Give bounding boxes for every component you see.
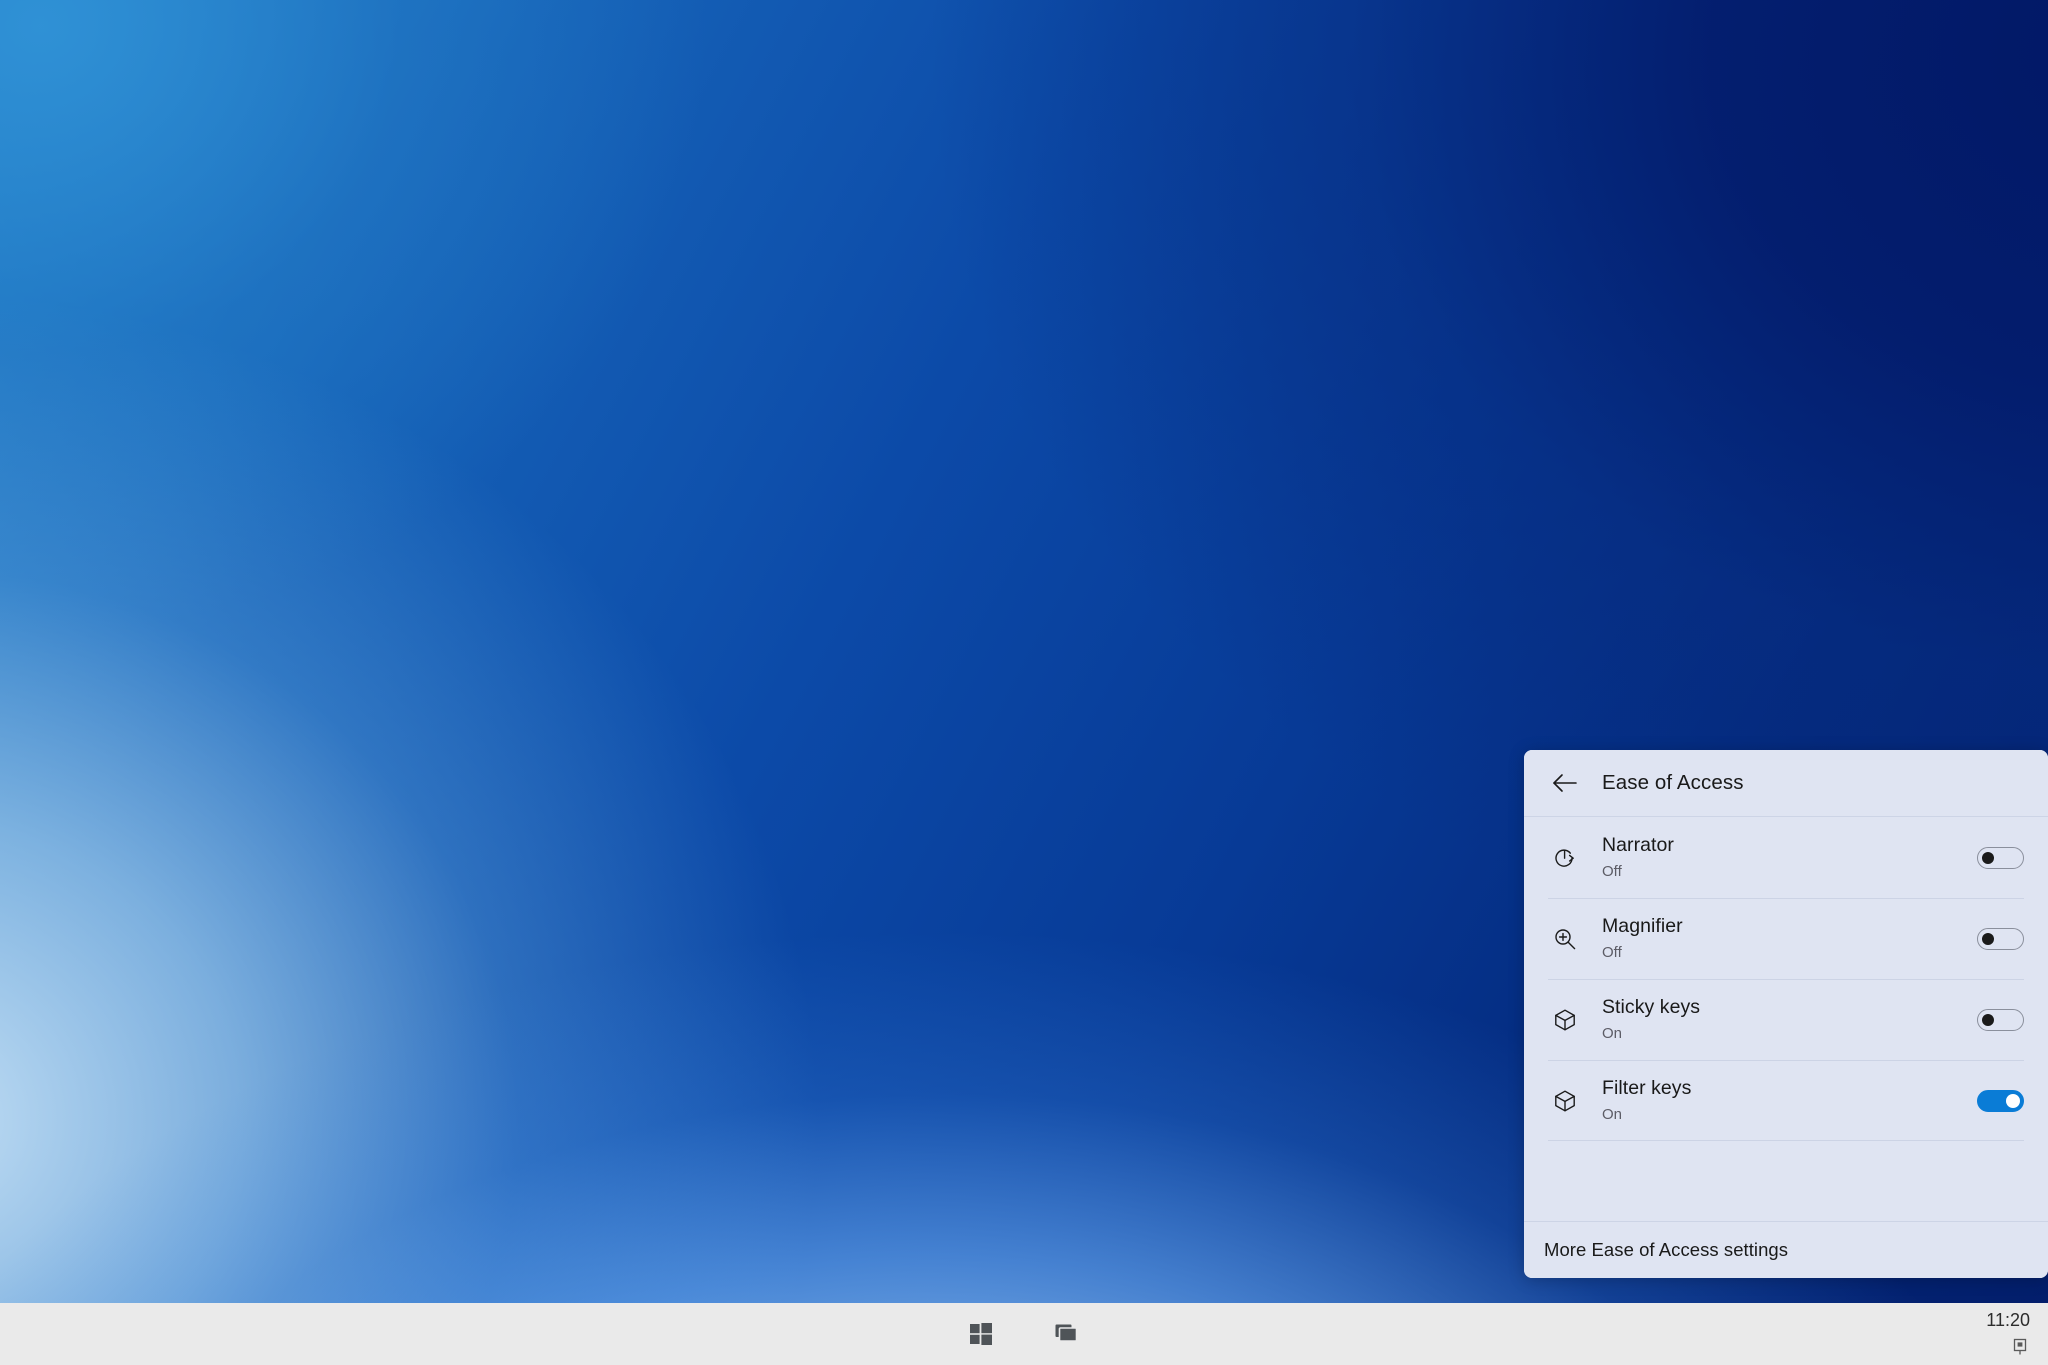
list-item-state: Off bbox=[1602, 864, 1977, 881]
toggle-knob bbox=[1982, 1014, 1994, 1026]
cube-icon bbox=[1544, 1007, 1586, 1033]
taskbar-right-group: 11:20 bbox=[1986, 1303, 2038, 1365]
task-view-button[interactable] bbox=[1044, 1311, 1090, 1357]
page-title: Ease of Access bbox=[1602, 771, 1744, 795]
narrator-icon bbox=[1544, 845, 1586, 871]
list-item-magnifier[interactable]: Magnifier Off bbox=[1524, 898, 2048, 979]
narrator-toggle[interactable] bbox=[1977, 847, 2024, 869]
flyout-footer: More Ease of Access settings bbox=[1524, 1221, 2048, 1278]
list-item-label: Sticky keys bbox=[1602, 996, 1977, 1019]
list-item-text: Narrator Off bbox=[1602, 834, 1977, 881]
filter-keys-toggle[interactable] bbox=[1977, 1090, 2024, 1112]
start-button[interactable] bbox=[958, 1311, 1004, 1357]
list-item-filter-keys[interactable]: Filter keys On bbox=[1524, 1060, 2048, 1141]
list-item-text: Filter keys On bbox=[1602, 1077, 1977, 1124]
sticky-keys-toggle[interactable] bbox=[1977, 1009, 2024, 1031]
back-button[interactable] bbox=[1544, 762, 1586, 804]
magnifier-icon bbox=[1544, 926, 1586, 952]
list-item-state: On bbox=[1602, 1107, 1977, 1124]
list-item-label: Filter keys bbox=[1602, 1077, 1977, 1100]
toggle-knob bbox=[1982, 933, 1994, 945]
clock[interactable]: 11:20 bbox=[1986, 1311, 2030, 1329]
list-item-sticky-keys[interactable]: Sticky keys On bbox=[1524, 979, 2048, 1060]
list-item-state: Off bbox=[1602, 945, 1977, 962]
back-arrow-icon bbox=[1552, 773, 1578, 793]
toggle-knob bbox=[2006, 1094, 2020, 1108]
cube-icon bbox=[1544, 1088, 1586, 1114]
windows-start-icon bbox=[970, 1323, 992, 1345]
list-item-text: Magnifier Off bbox=[1602, 915, 1977, 962]
toggle-knob bbox=[1982, 852, 1994, 864]
screen: Ease of Access Narrator Off bbox=[0, 0, 2048, 1365]
notification-tray-button[interactable] bbox=[2010, 1337, 2030, 1357]
list-item-label: Magnifier bbox=[1602, 915, 1977, 938]
list-item-label: Narrator bbox=[1602, 834, 1977, 857]
magnifier-toggle[interactable] bbox=[1977, 928, 2024, 950]
more-settings-link[interactable]: More Ease of Access settings bbox=[1544, 1239, 1788, 1261]
taskbar: 11:20 bbox=[0, 1303, 2048, 1365]
flyout-header: Ease of Access bbox=[1524, 750, 2048, 817]
notification-tray-icon bbox=[2012, 1338, 2028, 1356]
quick-settings-list: Narrator Off Magnif bbox=[1524, 817, 2048, 1221]
list-item-state: On bbox=[1602, 1026, 1977, 1043]
taskbar-center-group bbox=[0, 1303, 2048, 1365]
list-item-narrator[interactable]: Narrator Off bbox=[1524, 817, 2048, 898]
task-view-icon bbox=[1055, 1323, 1079, 1345]
ease-of-access-flyout: Ease of Access Narrator Off bbox=[1524, 750, 2048, 1278]
list-item-text: Sticky keys On bbox=[1602, 996, 1977, 1043]
